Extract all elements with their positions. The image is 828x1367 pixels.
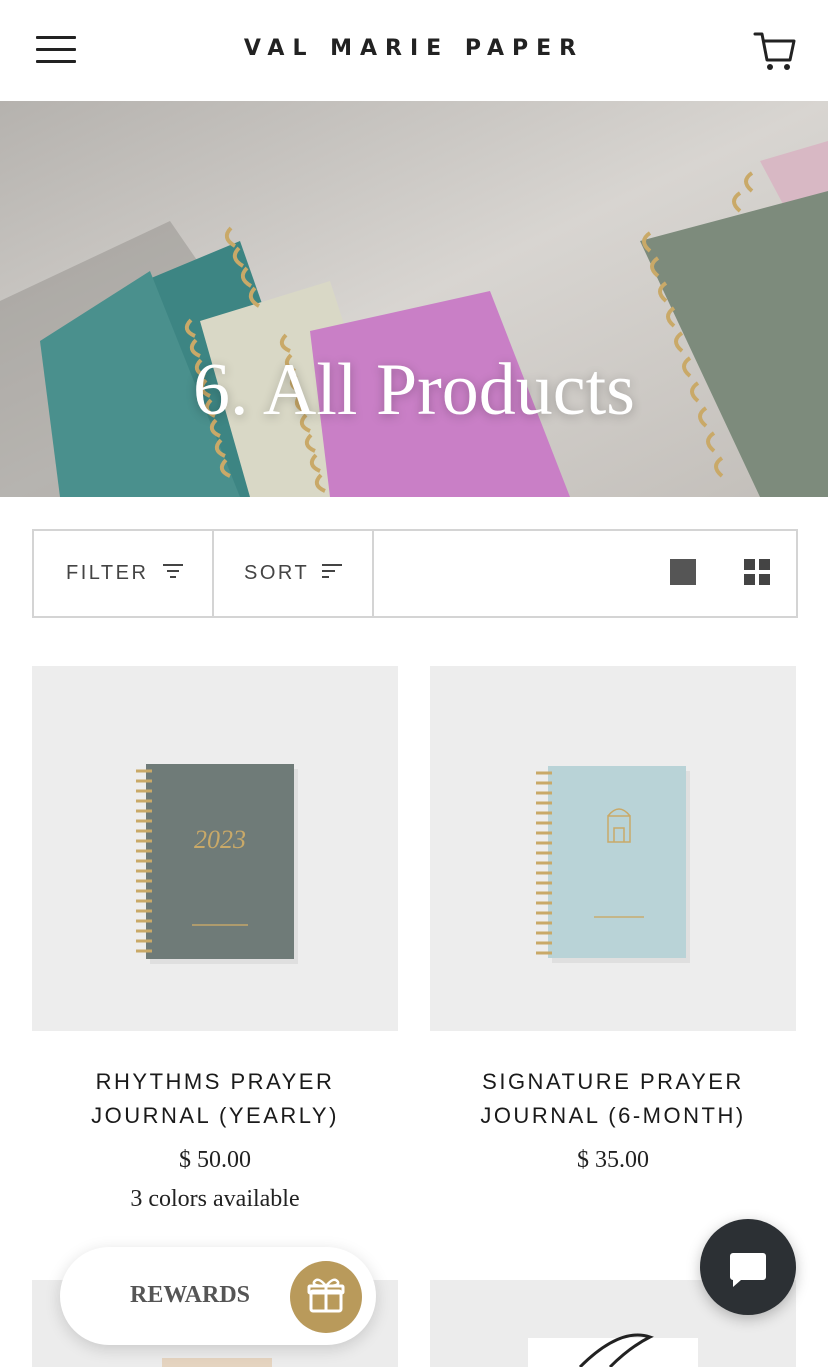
product-title[interactable]: RHYTHMS PRAYER JOURNAL (YEARLY) (32, 1065, 398, 1133)
collection-hero-banner: 6. All Products (0, 101, 828, 497)
sort-button[interactable]: SORT (214, 531, 374, 616)
product-image[interactable]: 2023 (32, 666, 398, 1031)
rewards-launcher[interactable]: REWARDS (60, 1247, 376, 1345)
sort-label: SORT (244, 562, 310, 584)
grid-view-icon[interactable] (744, 559, 770, 585)
hero-journals-image (0, 101, 828, 497)
page-title: 6. All Products (193, 349, 635, 431)
product-price: $ 35.00 (577, 1147, 649, 1173)
product-colors-available: 3 colors available (130, 1186, 300, 1212)
product-image[interactable] (430, 666, 796, 1031)
single-column-view-icon[interactable] (670, 559, 696, 585)
filter-label: FILTER (66, 562, 149, 584)
filter-lines-icon (163, 564, 183, 578)
site-logo[interactable]: VAL MARIE PAPER (0, 36, 828, 61)
product-card[interactable]: 2023 RHYTHMS PRAYER JOURNAL (YEARLY) $ 5… (32, 666, 398, 1213)
gift-icon (290, 1261, 362, 1333)
chat-bubble-icon[interactable] (700, 1219, 796, 1315)
product-card[interactable]: SIGNATURE PRAYER JOURNAL (6-MONTH) $ 35.… (430, 666, 796, 1174)
journal-cover (548, 766, 686, 958)
sort-lines-icon (322, 564, 342, 578)
collection-toolbar: FILTER SORT (32, 529, 798, 618)
rewards-label: REWARDS (130, 1282, 251, 1308)
site-header: VAL MARIE PAPER (0, 0, 828, 101)
filter-button[interactable]: FILTER (34, 531, 214, 616)
shopping-cart-icon[interactable] (752, 28, 798, 74)
product-price: $ 50.00 (179, 1147, 251, 1173)
journal-cover (146, 764, 294, 959)
cover-year: 2023 (194, 825, 246, 854)
product-title[interactable]: SIGNATURE PRAYER JOURNAL (6-MONTH) (430, 1065, 796, 1133)
